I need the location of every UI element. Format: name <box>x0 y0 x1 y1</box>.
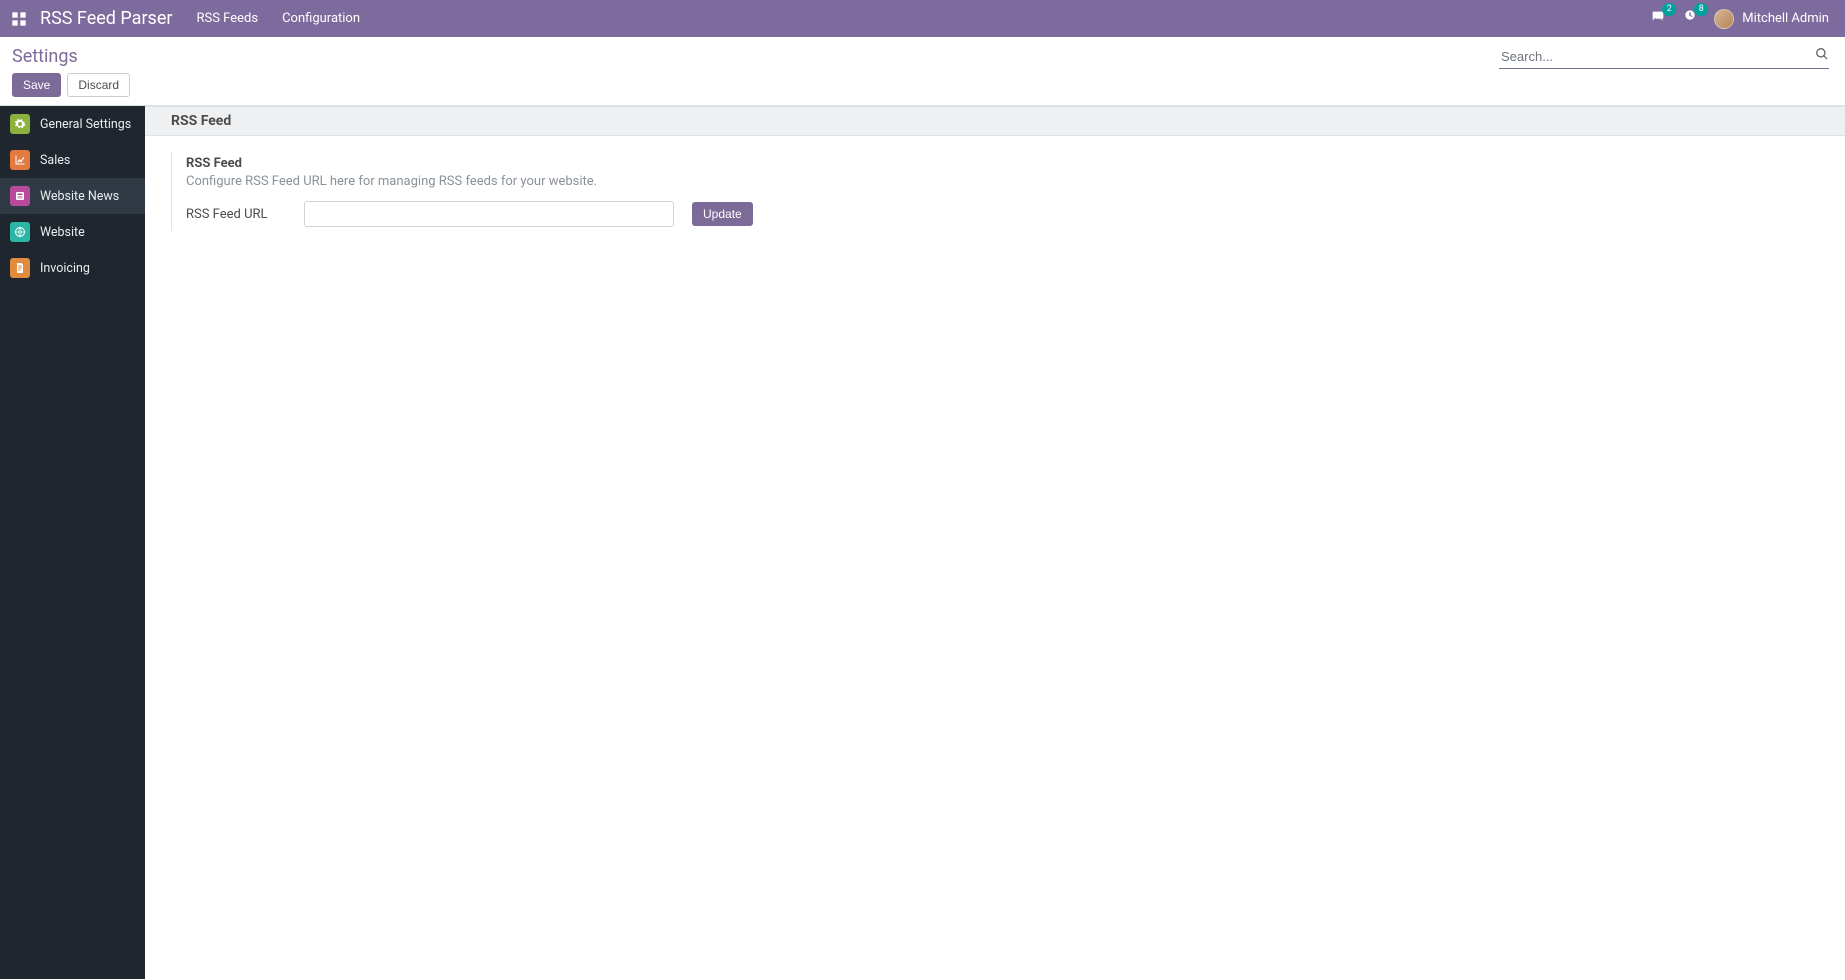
sidebar-item-invoicing[interactable]: Invoicing <box>0 250 145 286</box>
update-button[interactable]: Update <box>692 202 753 226</box>
box-title: RSS Feed <box>186 156 925 171</box>
save-button[interactable]: Save <box>12 73 61 97</box>
top-nav: RSS Feed Parser RSS Feeds Configuration … <box>0 0 1845 37</box>
control-panel: Settings Save Discard <box>0 37 1845 106</box>
box-desc: Configure RSS Feed URL here for managing… <box>186 174 925 189</box>
globe-icon <box>10 222 30 242</box>
activity-icon[interactable]: 8 <box>1682 9 1698 29</box>
rss-feed-box: RSS Feed Configure RSS Feed URL here for… <box>171 152 925 231</box>
app-title[interactable]: RSS Feed Parser <box>40 8 173 29</box>
breadcrumb: Settings <box>12 46 78 67</box>
sidebar-item-label: Website <box>40 225 85 240</box>
search-input[interactable] <box>1499 45 1829 69</box>
invoice-icon <box>10 258 30 278</box>
discuss-icon[interactable]: 2 <box>1650 9 1666 29</box>
chart-line-icon <box>10 150 30 170</box>
search-wrap <box>1499 45 1829 69</box>
sidebar-item-website[interactable]: Website <box>0 214 145 250</box>
apps-icon[interactable] <box>8 8 30 30</box>
news-square-icon <box>10 186 30 206</box>
rss-url-label: RSS Feed URL <box>186 207 286 222</box>
section-header: RSS Feed <box>145 106 1845 136</box>
rss-url-input[interactable] <box>304 201 674 227</box>
user-menu[interactable]: Mitchell Admin <box>1714 9 1829 29</box>
discuss-badge: 2 <box>1662 3 1676 16</box>
settings-main: RSS Feed RSS Feed Configure RSS Feed URL… <box>145 106 1845 979</box>
nav-link-rss-feeds[interactable]: RSS Feeds <box>197 11 259 26</box>
nav-link-configuration[interactable]: Configuration <box>282 11 360 26</box>
user-name: Mitchell Admin <box>1742 11 1829 26</box>
sidebar-item-general-settings[interactable]: General Settings <box>0 106 145 142</box>
sidebar-item-label: Sales <box>40 153 70 168</box>
sidebar-item-label: Website News <box>40 189 119 204</box>
sidebar-item-sales[interactable]: Sales <box>0 142 145 178</box>
sidebar-item-label: General Settings <box>40 117 131 132</box>
sidebar-item-website-news[interactable]: Website News <box>0 178 145 214</box>
gear-icon <box>10 114 30 134</box>
discard-button[interactable]: Discard <box>67 73 130 97</box>
sidebar-item-label: Invoicing <box>40 261 90 276</box>
settings-sidebar: General Settings Sales Website News Webs… <box>0 106 145 979</box>
top-nav-links: RSS Feeds Configuration <box>197 11 361 26</box>
activity-badge: 8 <box>1694 3 1708 16</box>
avatar <box>1714 9 1734 29</box>
search-icon[interactable] <box>1815 47 1829 65</box>
